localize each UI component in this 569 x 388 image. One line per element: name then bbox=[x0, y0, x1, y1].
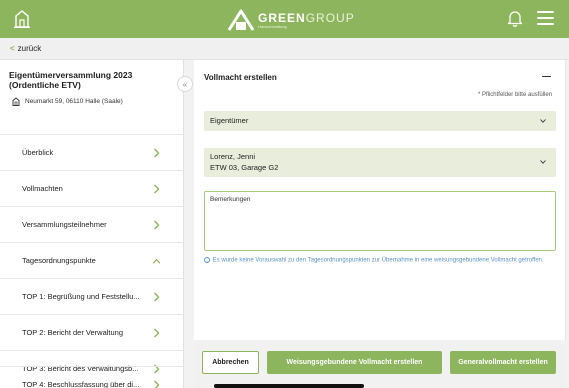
back-link[interactable]: < zurück bbox=[10, 44, 41, 53]
address: Neumarkt 59, 06110 Halle (Saale) bbox=[12, 97, 123, 106]
main-content: Vollmacht erstellen * Pflichtfelder bitt… bbox=[194, 60, 569, 388]
chevron-down-icon bbox=[540, 119, 546, 123]
person-unit: ETW 03, Garage G2 bbox=[210, 163, 279, 172]
chevron-right-icon bbox=[154, 220, 160, 230]
sidebar: Eigentümerversammlung 2023 (Ordentliche … bbox=[0, 60, 184, 388]
create-generalvollmacht-button[interactable]: Generalvollmacht erstellen bbox=[450, 351, 556, 374]
chevron-right-icon bbox=[154, 380, 160, 388]
sidebar-item-label: Vollmachten bbox=[22, 184, 63, 193]
address-text: Neumarkt 59, 06110 Halle (Saale) bbox=[25, 98, 123, 105]
bell-icon[interactable] bbox=[507, 9, 523, 27]
form-footer: Abbrechen Weisungsgebundene Vollmacht er… bbox=[194, 341, 566, 388]
logo-text-light: GROUP bbox=[305, 10, 355, 25]
sidebar-item-ueberblick[interactable]: Überblick bbox=[0, 134, 184, 170]
vollmacht-form-card: Vollmacht erstellen * Pflichtfelder bitt… bbox=[194, 60, 566, 340]
top-bar: GREENGROUP Hausverwaltung bbox=[0, 0, 569, 38]
back-bar: < zurück bbox=[0, 38, 569, 60]
person-select[interactable]: Lorenz, Jenni ETW 03, Garage G2 bbox=[204, 148, 556, 177]
chevron-right-icon bbox=[154, 292, 160, 302]
greengroup-logo: GREENGROUP Hausverwaltung bbox=[227, 7, 355, 33]
cancel-button[interactable]: Abbrechen bbox=[202, 351, 259, 374]
sidebar-item-label: TOP 4: Beschlussfassung über di... bbox=[22, 380, 140, 388]
info-icon: i bbox=[204, 257, 210, 263]
person-name: Lorenz, Jenni bbox=[210, 152, 256, 161]
form-title: Vollmacht erstellen bbox=[204, 73, 277, 82]
sidebar-item-top-4[interactable]: TOP 4: Beschlussfassung über di... bbox=[0, 366, 184, 388]
back-label: zurück bbox=[17, 44, 42, 53]
chevron-right-icon bbox=[154, 184, 160, 194]
sidebar-item-label: TOP 1: Begrüßung und Feststellu... bbox=[22, 292, 140, 301]
collapse-form-icon[interactable] bbox=[542, 76, 551, 78]
remarks-textarea[interactable]: Bemerkungen bbox=[204, 191, 556, 251]
house-icon bbox=[12, 97, 20, 106]
sidebar-item-label: TOP 2: Bericht der Verwaltung bbox=[22, 328, 124, 337]
sidebar-item-label: Tagesordnungspunkte bbox=[22, 256, 96, 265]
chevron-right-icon bbox=[154, 328, 160, 338]
sidebar-item-vollmachten[interactable]: Vollmachten bbox=[0, 170, 184, 206]
chevron-up-icon bbox=[152, 258, 161, 264]
house-logo-icon bbox=[227, 9, 255, 31]
hamburger-menu-icon[interactable] bbox=[537, 11, 554, 25]
owner-select-value: Eigentümer bbox=[210, 116, 249, 125]
owner-select[interactable]: Eigentümer bbox=[204, 111, 556, 131]
sidebar-item-top-1[interactable]: TOP 1: Begrüßung und Feststellu... bbox=[0, 278, 184, 314]
collapse-sidebar-button[interactable]: « bbox=[177, 76, 193, 92]
home-indicator bbox=[214, 384, 364, 388]
chevron-down-icon bbox=[540, 160, 546, 164]
info-text: Es wurde keine Vorauswahl zu den Tagesor… bbox=[212, 257, 544, 264]
chevron-left-icon: < bbox=[10, 44, 15, 53]
logo-text-bold: GREEN bbox=[258, 10, 306, 25]
required-note: * Pflichtfelder bitte ausfüllen bbox=[477, 92, 552, 98]
info-note: i Es wurde keine Vorauswahl zu den Tages… bbox=[204, 257, 554, 265]
create-weisungsgebundene-vollmacht-button[interactable]: Weisungsgebundene Vollmacht erstellen bbox=[267, 351, 442, 374]
meeting-title: Eigentümerversammlung 2023 (Ordentliche … bbox=[9, 70, 133, 90]
sidebar-item-tagesordnungspunkte[interactable]: Tagesordnungspunkte bbox=[0, 242, 184, 278]
building-icon[interactable] bbox=[13, 9, 31, 29]
sidebar-item-versammlungsteilnehmer[interactable]: Versammlungsteilnehmer bbox=[0, 206, 184, 242]
chevron-right-icon bbox=[154, 148, 160, 158]
sidebar-item-label: Versammlungsteilnehmer bbox=[22, 220, 107, 229]
sidebar-item-label: Überblick bbox=[22, 148, 54, 157]
sidebar-item-top-2[interactable]: TOP 2: Bericht der Verwaltung bbox=[0, 314, 184, 350]
